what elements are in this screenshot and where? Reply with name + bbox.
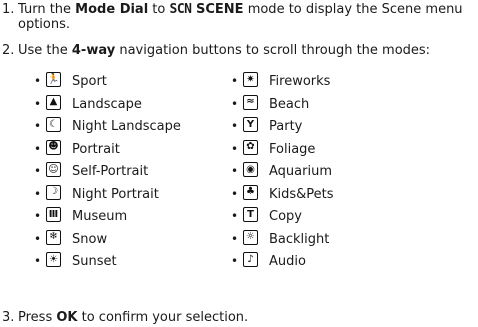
aquarium-icon: ◉	[243, 162, 258, 177]
mode-label: Landscape	[72, 96, 142, 112]
scene-term: SCENE	[191, 2, 244, 17]
bullet: •	[34, 141, 42, 156]
mode-label: Portrait	[72, 141, 120, 157]
mode-label: Beach	[269, 96, 310, 112]
fireworks-icon: ✷	[243, 72, 258, 87]
self-portrait-icon: ☺	[46, 162, 61, 177]
sunset-icon: ☀	[46, 252, 61, 267]
bullet: •	[231, 141, 239, 156]
mode-label: Foliage	[269, 141, 316, 157]
step-text: Press OK to confirm your selection.	[18, 310, 249, 325]
mode-label: Night Landscape	[72, 119, 181, 134]
beach-icon: ≈	[243, 94, 258, 110]
mode-label: Party	[269, 119, 303, 134]
copy-icon: T	[243, 207, 258, 222]
mode-label: Aquarium	[269, 164, 332, 179]
snow-icon: ❄	[46, 229, 61, 245]
mode-label: Backlight	[269, 231, 330, 247]
foliage-icon: ✿	[243, 139, 258, 155]
mode-label: Night Portrait	[72, 186, 159, 202]
bullet: •	[231, 74, 239, 88]
bullet: •	[34, 231, 42, 246]
audio-icon: ♪	[243, 252, 258, 267]
mode-label: Snow	[72, 231, 108, 247]
mode-label: Fireworks	[269, 74, 331, 89]
bullet: •	[34, 96, 42, 111]
four-way-term: 4-way	[71, 43, 116, 58]
bullet: •	[231, 164, 239, 178]
bullet: •	[231, 254, 239, 268]
bullet: •	[231, 231, 239, 246]
scn-symbol: SCN	[169, 2, 192, 17]
mode-label: Sport	[72, 74, 107, 89]
bullet: •	[231, 96, 239, 111]
portrait-icon: ☻	[46, 139, 61, 155]
mode-label: Audio	[269, 254, 306, 269]
bullet: •	[34, 209, 42, 223]
backlight-icon: ☼	[243, 229, 258, 245]
sport-icon: 🏃	[46, 72, 61, 87]
night-landscape-icon: ☾	[46, 117, 61, 132]
mode-label: Copy	[269, 209, 302, 224]
mode-label: Museum	[72, 209, 128, 224]
ok-term: OK	[56, 310, 78, 325]
bullet: •	[231, 209, 239, 223]
mode-dial-term: Mode Dial	[75, 2, 149, 17]
bullet: •	[231, 186, 239, 201]
bullet: •	[34, 119, 42, 133]
bullet: •	[34, 164, 42, 178]
museum-icon: Ⅲ	[46, 207, 61, 222]
kids-pets-icon: ♣	[243, 184, 258, 200]
bullet: •	[34, 186, 42, 201]
bullet: •	[34, 74, 42, 88]
bullet: •	[34, 254, 42, 268]
mode-label: Kids&Pets	[269, 186, 334, 202]
mode-label: Sunset	[72, 254, 117, 269]
party-icon: Y	[243, 117, 258, 132]
step-text: Turn the Mode Dial to SCN SCENE mode to …	[18, 2, 463, 32]
landscape-icon: ▲	[46, 94, 61, 110]
night-portrait-icon: ☽	[46, 184, 61, 200]
mode-label: Self-Portrait	[72, 164, 149, 179]
bullet: •	[231, 119, 239, 133]
step-text: Use the 4-way navigation buttons to scro…	[18, 43, 431, 58]
instructions-page: 1. Turn the Mode Dial to SCN SCENE mode …	[0, 0, 478, 327]
